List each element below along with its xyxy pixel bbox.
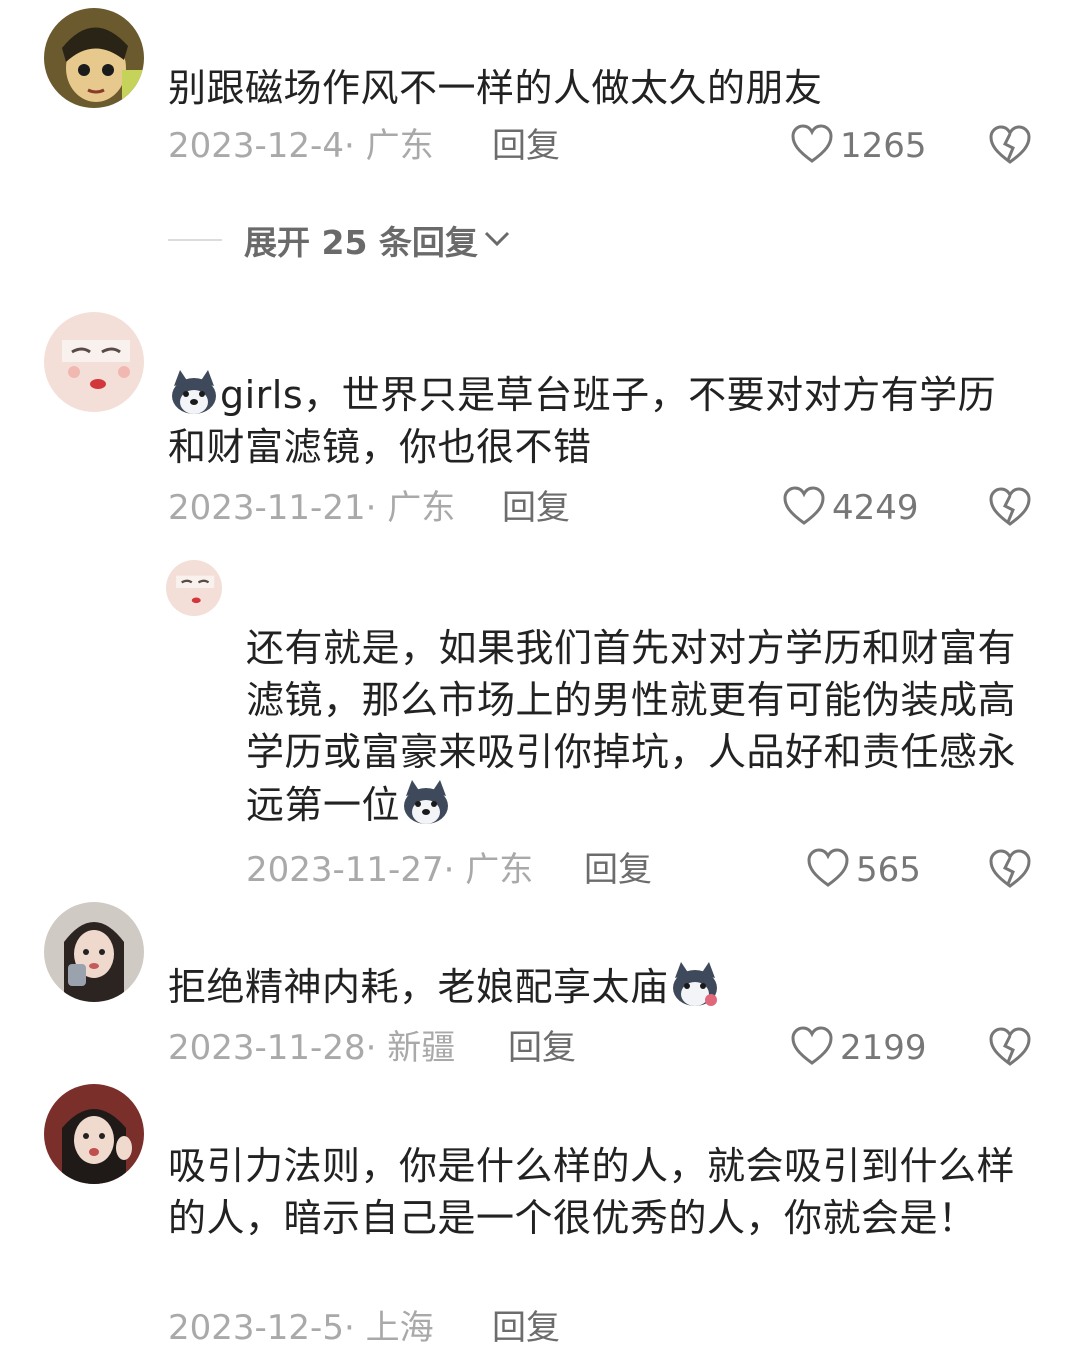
broken-heart-icon [988, 1027, 1032, 1072]
dislike-button[interactable] [988, 1026, 1032, 1068]
comment-meta: 2023-12-4· 广东 [168, 126, 434, 166]
like-count: 565 [856, 850, 921, 890]
reply-meta: 2023-11-27· 广东 [246, 850, 534, 890]
like-button[interactable]: 1265 [790, 124, 927, 168]
reply-button[interactable]: 回复 [508, 1028, 576, 1068]
like-button[interactable]: 565 [806, 848, 921, 892]
expand-replies-label: 展开 25 条回复 [244, 223, 478, 262]
broken-heart-icon [988, 849, 1032, 894]
avatar[interactable] [44, 902, 144, 1002]
comment-meta: 2023-12-5· 上海 [168, 1308, 434, 1348]
chevron-down-icon [478, 227, 512, 253]
comment-prefix: girls， [220, 373, 342, 417]
avatar[interactable] [44, 312, 144, 412]
reply-body: 还有就是，如果我们首先对对方学历和财富有滤镜，那么市场上的男性就更有可能伪装成高… [246, 626, 1017, 827]
broken-heart-icon [988, 487, 1032, 532]
like-count: 1265 [840, 126, 927, 166]
broken-heart-icon [988, 125, 1032, 170]
heart-outline-icon [790, 1026, 834, 1070]
comment-text: 吸引力法则，你是什么样的人，就会吸引到什么样的人，暗示自己是一个很优秀的人，你就… [168, 1144, 1016, 1240]
like-button[interactable]: 2199 [790, 1026, 927, 1070]
avatar[interactable] [44, 1084, 144, 1184]
like-button[interactable]: 4249 [782, 486, 919, 530]
reply-button[interactable]: 回复 [492, 1308, 560, 1348]
avatar[interactable] [44, 8, 144, 108]
reply-button[interactable]: 回复 [584, 850, 652, 890]
dislike-button[interactable] [988, 848, 1032, 890]
expand-replies-button[interactable]: 展开 25 条回复 [168, 218, 512, 262]
reply-button[interactable]: 回复 [492, 126, 560, 166]
reply-button[interactable]: 回复 [502, 488, 570, 528]
comment-text: 拒绝精神内耗，老娘配享太庙 [168, 960, 1048, 1013]
comment-body: 拒绝精神内耗，老娘配享太庙 [168, 965, 669, 1009]
comment-meta: 2023-11-28· 新疆 [168, 1028, 456, 1068]
husky-dog-emoji [168, 368, 220, 416]
comment-text: 别跟磁场作风不一样的人做太久的朋友 [168, 66, 823, 110]
reply-text: 还有就是，如果我们首先对对方学历和财富有滤镜，那么市场上的男性就更有可能伪装成高… [246, 622, 1016, 831]
like-count: 2199 [840, 1028, 927, 1068]
heart-outline-icon [790, 124, 834, 168]
heart-outline-icon [806, 848, 850, 892]
divider-line [168, 239, 222, 241]
dislike-button[interactable] [988, 486, 1032, 528]
like-count: 4249 [832, 488, 919, 528]
comment-text: girls，世界只是草台班子，不要对对方有学历和财富滤镜，你也很不错 [168, 368, 1028, 473]
husky-dog-emoji [669, 960, 721, 1008]
dislike-button[interactable] [988, 124, 1032, 166]
heart-outline-icon [782, 486, 826, 530]
comment-meta: 2023-11-21· 广东 [168, 488, 456, 528]
avatar[interactable] [166, 560, 222, 616]
husky-dog-emoji [400, 778, 452, 826]
